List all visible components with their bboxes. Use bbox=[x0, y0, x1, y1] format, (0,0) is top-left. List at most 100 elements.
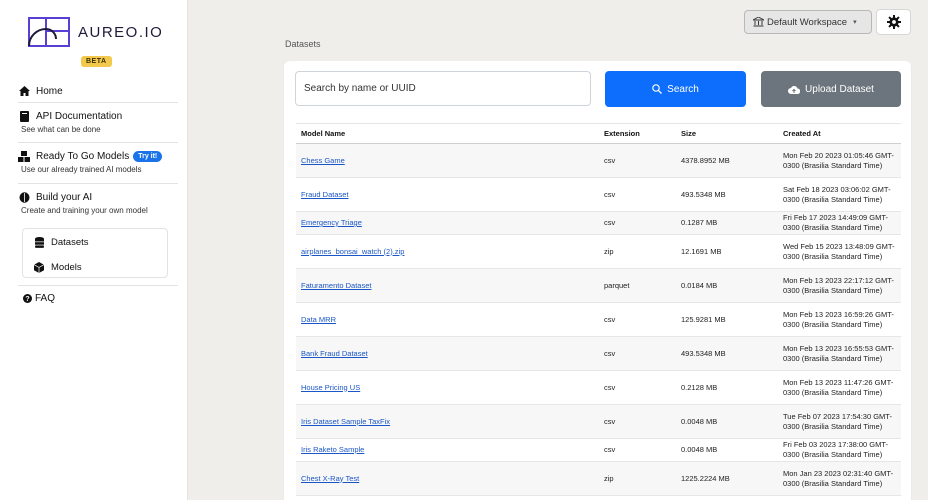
divider bbox=[18, 142, 178, 143]
table-row: Faturamento Dataset parquet 0.0184 MB Mo… bbox=[296, 268, 901, 303]
aureo-logo-icon bbox=[28, 17, 70, 47]
column-header-created-at[interactable]: Created At bbox=[778, 123, 901, 144]
settings-button[interactable] bbox=[876, 9, 911, 35]
dataset-link[interactable]: Chest X-Ray Test bbox=[301, 474, 359, 483]
dataset-link[interactable]: Faturamento Dataset bbox=[301, 281, 371, 290]
nav-faq-label: FAQ bbox=[35, 292, 56, 304]
table-row: airplanes_bonsai_watch (2).zip zip 12.16… bbox=[296, 234, 901, 269]
size-cell: 0.0048 MB bbox=[676, 438, 778, 462]
nav-build-ai[interactable]: Build your AI bbox=[18, 191, 178, 203]
size-cell: 493.5348 MB bbox=[676, 177, 778, 212]
try-it-badge[interactable]: Try it! bbox=[133, 150, 163, 162]
database-icon bbox=[33, 236, 45, 248]
datasets-card: Search Upload Dataset Model Name Extensi… bbox=[284, 61, 911, 500]
dataset-link[interactable]: Chess Game bbox=[301, 156, 345, 165]
search-icon bbox=[652, 84, 663, 94]
nav-api-docs[interactable]: API Documentation bbox=[18, 110, 178, 122]
nav-ready-models-sub: Use our already trained AI models bbox=[21, 165, 142, 174]
workspace-selector[interactable]: Default Workspace ▾ bbox=[744, 10, 872, 34]
brain-icon bbox=[18, 191, 30, 203]
extension-cell: csv bbox=[599, 143, 676, 178]
created-cell: Tue Feb 07 2023 17:54:30 GMT-0300 (Brasi… bbox=[778, 404, 901, 439]
question-circle-icon: ? bbox=[22, 292, 32, 304]
size-cell: 0.0048 MB bbox=[676, 404, 778, 439]
extension-cell: zip bbox=[599, 234, 676, 269]
divider bbox=[18, 285, 178, 286]
cloud-upload-icon bbox=[788, 85, 801, 94]
created-cell: Mon Jan 23 2023 02:31:40 GMT-0300 (Brasi… bbox=[778, 461, 901, 496]
size-cell: 12.1691 MB bbox=[676, 234, 778, 269]
size-cell: 0.2128 MB bbox=[676, 370, 778, 405]
created-cell: Mon Feb 20 2023 01:05:46 GMT-0300 (Brasi… bbox=[778, 143, 901, 178]
dataset-link[interactable]: Iris Dataset Sample TaxFix bbox=[301, 417, 390, 426]
nav-api-docs-sub: See what can be done bbox=[21, 125, 101, 134]
extension-cell: zip bbox=[599, 461, 676, 496]
extension-cell: csv bbox=[599, 177, 676, 212]
table-row: Fraud Dataset csv 493.5348 MB Sat Feb 18… bbox=[296, 177, 901, 212]
nav-api-docs-label: API Documentation bbox=[36, 110, 123, 122]
dataset-link[interactable]: Iris Raketo Sample bbox=[301, 445, 364, 454]
nav-ready-models-label: Ready To Go Models bbox=[36, 150, 130, 162]
dataset-link[interactable]: Fraud Dataset bbox=[301, 190, 349, 199]
caret-down-icon: ▾ bbox=[853, 19, 857, 26]
extension-cell: csv bbox=[599, 211, 676, 235]
build-subnav: Datasets Models bbox=[22, 228, 168, 278]
gear-icon bbox=[886, 15, 901, 29]
beta-badge: BETA bbox=[81, 56, 112, 67]
created-cell: Mon Feb 13 2023 16:55:53 GMT-0300 (Brasi… bbox=[778, 336, 901, 371]
dataset-link[interactable]: airplanes_bonsai_watch (2).zip bbox=[301, 247, 404, 256]
nav-datasets[interactable]: Datasets bbox=[33, 236, 89, 248]
extension-cell: csv bbox=[599, 336, 676, 371]
created-cell: Mon Feb 13 2023 22:17:12 GMT-0300 (Brasi… bbox=[778, 268, 901, 303]
nav-ready-models[interactable]: Ready To Go Models Try it! bbox=[18, 150, 178, 162]
search-button-label: Search bbox=[667, 83, 699, 95]
divider bbox=[18, 183, 178, 184]
dataset-link[interactable]: Bank Fraud Dataset bbox=[301, 349, 368, 358]
size-cell: 0.0184 MB bbox=[676, 268, 778, 303]
extension-cell: csv bbox=[599, 404, 676, 439]
table-row: Iris Raketo Sample csv 0.0048 MB Fri Feb… bbox=[296, 438, 901, 462]
svg-text:?: ? bbox=[25, 296, 29, 303]
brand-logo[interactable]: AUREO.IO bbox=[28, 17, 163, 47]
home-icon bbox=[18, 85, 30, 97]
search-button[interactable]: Search bbox=[605, 71, 746, 107]
created-cell: Mon Feb 13 2023 11:47:26 GMT-0300 (Brasi… bbox=[778, 370, 901, 405]
table-row: Bank Fraud Dataset csv 493.5348 MB Mon F… bbox=[296, 336, 901, 371]
nav-home[interactable]: Home bbox=[18, 85, 178, 97]
created-cell: Sat Feb 18 2023 03:06:02 GMT-0300 (Brasi… bbox=[778, 177, 901, 212]
table-row: Emergency Triage csv 0.1287 MB Fri Feb 1… bbox=[296, 211, 901, 235]
divider bbox=[18, 102, 178, 103]
table-row: Chess Game csv 4378.8952 MB Mon Feb 20 2… bbox=[296, 143, 901, 178]
table-row: House Pricing US csv 0.2128 MB Mon Feb 1… bbox=[296, 370, 901, 405]
size-cell: 125.9281 MB bbox=[676, 302, 778, 337]
column-header-size[interactable]: Size bbox=[676, 123, 778, 144]
upload-dataset-label: Upload Dataset bbox=[805, 83, 874, 95]
nav-home-label: Home bbox=[36, 85, 63, 97]
extension-cell: csv bbox=[599, 302, 676, 337]
size-cell: 1225.2224 MB bbox=[676, 461, 778, 496]
created-cell: Mon Feb 13 2023 16:59:26 GMT-0300 (Brasi… bbox=[778, 302, 901, 337]
cubes-icon bbox=[18, 150, 30, 162]
nav-models[interactable]: Models bbox=[33, 261, 82, 273]
table-row: Chest X-Ray Test zip 1225.2224 MB Mon Ja… bbox=[296, 461, 901, 496]
extension-cell: parquet bbox=[599, 268, 676, 303]
created-cell: Fri Feb 17 2023 14:49:09 GMT-0300 (Brasi… bbox=[778, 211, 901, 235]
brand-name: AUREO.IO bbox=[78, 23, 164, 41]
size-cell: 0.1287 MB bbox=[676, 211, 778, 235]
dataset-link[interactable]: Emergency Triage bbox=[301, 218, 362, 227]
nav-faq[interactable]: ? FAQ bbox=[22, 292, 182, 304]
workspace-label: Default Workspace bbox=[767, 16, 848, 28]
column-header-model-name[interactable]: Model Name bbox=[296, 123, 599, 144]
dataset-link[interactable]: Data MRR bbox=[301, 315, 336, 324]
page-title: Datasets bbox=[285, 39, 321, 49]
book-icon bbox=[18, 110, 30, 122]
column-header-extension[interactable]: Extension bbox=[599, 123, 676, 144]
created-cell: Fri Feb 03 2023 17:38:00 GMT-0300 (Brasi… bbox=[778, 438, 901, 462]
dataset-link[interactable]: House Pricing US bbox=[301, 383, 360, 392]
nav-models-label: Models bbox=[51, 261, 82, 273]
search-input[interactable] bbox=[295, 71, 591, 106]
bank-icon bbox=[753, 17, 764, 27]
nav-build-ai-label: Build your AI bbox=[36, 191, 93, 203]
extension-cell: csv bbox=[599, 370, 676, 405]
upload-dataset-button[interactable]: Upload Dataset bbox=[761, 71, 901, 107]
